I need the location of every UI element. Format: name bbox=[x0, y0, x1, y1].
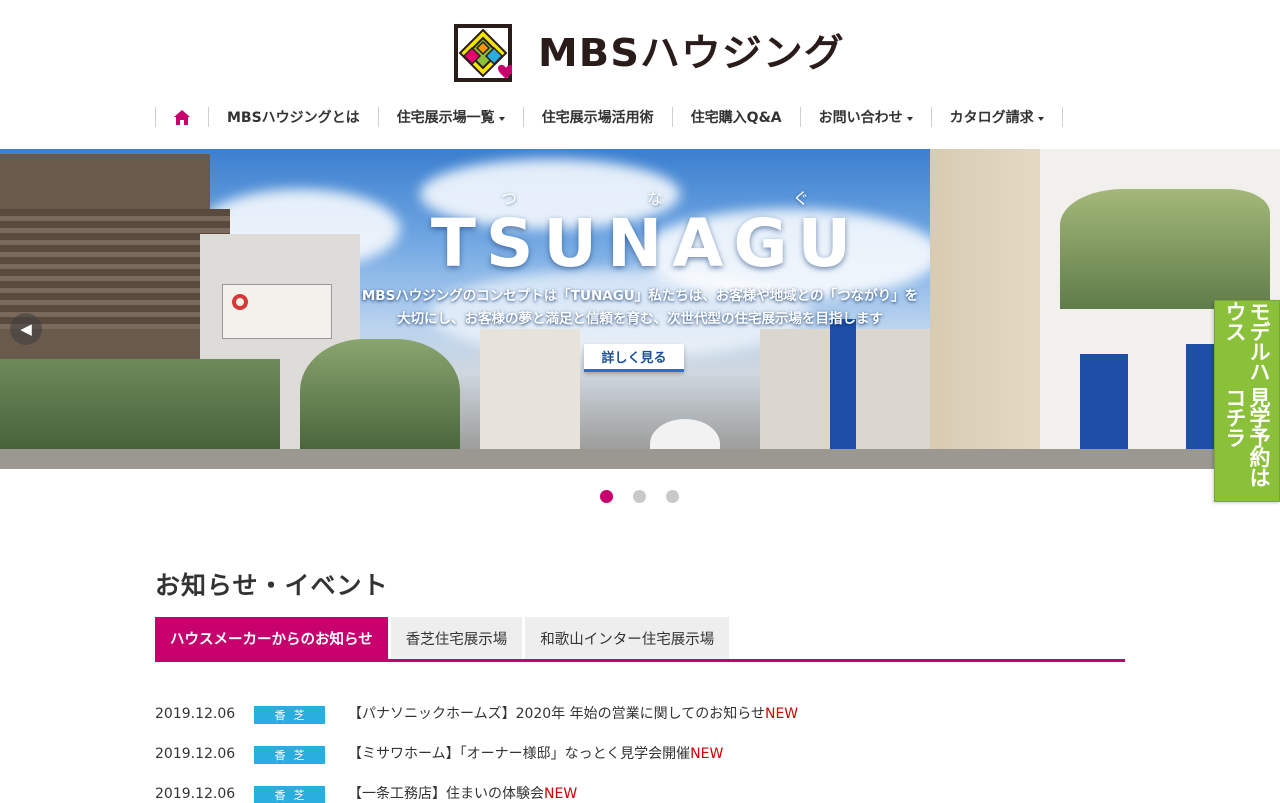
building-shape bbox=[480, 329, 580, 469]
hero-slider[interactable]: つ な ぐ TSUNAGU MBSハウジングのコンセプトは「TUNAGU」私たち… bbox=[0, 149, 1280, 469]
site-logo[interactable]: MBSハウジング bbox=[454, 23, 844, 83]
slider-prev-button[interactable]: ◀ bbox=[10, 313, 42, 345]
nav-item-label: 住宅展示場一覧 bbox=[396, 110, 495, 126]
slider-dot-2[interactable] bbox=[633, 490, 646, 503]
tab-housemaker-news[interactable]: ハウスメーカーからのお知らせ bbox=[155, 617, 388, 659]
slider-dots bbox=[600, 490, 679, 503]
news-section-title: お知らせ・イベント bbox=[155, 571, 389, 600]
caret-down-icon bbox=[906, 117, 913, 121]
logo-text: MBSハウジング bbox=[538, 31, 845, 75]
nav-item-catalog[interactable]: カタログ請求 bbox=[932, 106, 1062, 128]
news-date: 2019.12.06 bbox=[155, 786, 236, 802]
caret-down-icon bbox=[498, 117, 505, 121]
location-badge: 香芝 bbox=[254, 746, 325, 764]
news-date: 2019.12.06 bbox=[155, 706, 236, 722]
news-text: 【パナソニックホームズ】2020年 年始の営業に関してのお知らせ bbox=[348, 706, 765, 722]
hero-more-button[interactable]: 詳しく見る bbox=[584, 344, 684, 372]
nav-item-label: お問い合わせ bbox=[818, 110, 903, 126]
nav-item-label: MBSハウジングとは bbox=[227, 110, 360, 126]
ground-shape bbox=[0, 449, 1280, 469]
location-badge: 香芝 bbox=[254, 786, 325, 803]
news-link[interactable]: 【パナソニックホームズ】2020年 年始の営業に関してのお知らせNEW bbox=[348, 704, 798, 724]
nav-divider bbox=[1061, 107, 1063, 127]
news-link[interactable]: 【一条工務店】住まいの体験会NEW bbox=[348, 784, 577, 803]
flag-shape bbox=[830, 319, 856, 449]
hero-desc-line: MBSハウジングのコンセプトは「TUNAGU」私たちは、お客様や地域との「つなが… bbox=[361, 288, 919, 304]
hero-description: MBSハウジングのコンセプトは「TUNAGU」私たちは、お客様や地域との「つなが… bbox=[0, 285, 1280, 331]
nav-item-label: 住宅購入Q&A bbox=[690, 110, 782, 126]
news-text: 【ミサワホーム】「オーナー様邸」なっとく見学会開催 bbox=[348, 746, 691, 762]
news-item[interactable]: 2019.12.06 香芝 【一条工務店】住まいの体験会NEW bbox=[155, 784, 1125, 803]
site-header: MBSハウジング MBSハウジングとは 住宅展示場一覧 住宅展示場活用術 住宅購… bbox=[0, 0, 1280, 148]
location-badge: 香芝 bbox=[254, 706, 325, 724]
nav-item-qa[interactable]: 住宅購入Q&A bbox=[673, 106, 800, 128]
model-house-reservation-tab[interactable]: モデルハウス 見学予約はコチラ bbox=[1214, 300, 1280, 502]
tab-kashiba[interactable]: 香芝住宅展示場 bbox=[390, 617, 523, 659]
news-date: 2019.12.06 bbox=[155, 746, 236, 762]
new-label: NEW bbox=[764, 706, 799, 722]
nav-item-tips[interactable]: 住宅展示場活用術 bbox=[524, 106, 672, 128]
news-item[interactable]: 2019.12.06 香芝 【ミサワホーム】「オーナー様邸」なっとく見学会開催N… bbox=[155, 744, 1125, 784]
slider-dot-1[interactable] bbox=[600, 490, 613, 503]
tab-wakayama[interactable]: 和歌山インター住宅展示場 bbox=[525, 617, 730, 659]
nav-item-label: 住宅展示場活用術 bbox=[541, 110, 654, 126]
nav-item-showrooms[interactable]: 住宅展示場一覧 bbox=[379, 106, 523, 128]
nav-item-contact[interactable]: お問い合わせ bbox=[801, 106, 931, 128]
nav-item-label: カタログ請求 bbox=[949, 110, 1034, 126]
new-label: NEW bbox=[544, 786, 578, 802]
news-list: 2019.12.06 香芝 【パナソニックホームズ】2020年 年始の営業に関し… bbox=[155, 704, 1125, 803]
side-tab-line: モデルハウス bbox=[1223, 301, 1271, 381]
side-tab-line: 見学予約はコチラ bbox=[1223, 386, 1271, 487]
home-icon bbox=[174, 109, 190, 125]
hero-title: TSUNAGU bbox=[430, 205, 862, 282]
news-item[interactable]: 2019.12.06 香芝 【パナソニックホームズ】2020年 年始の営業に関し… bbox=[155, 704, 1125, 744]
new-label: NEW bbox=[690, 746, 724, 762]
caret-down-icon bbox=[1037, 117, 1044, 121]
news-tabs: ハウスメーカーからのお知らせ 香芝住宅展示場 和歌山インター住宅展示場 bbox=[155, 617, 1125, 662]
chevron-left-icon: ◀ bbox=[20, 320, 32, 338]
hero-desc-line: 大切にし、お客様の夢と満足と信頼を育む、次世代型の住宅展示場を目指します bbox=[397, 311, 883, 327]
main-nav: MBSハウジングとは 住宅展示場一覧 住宅展示場活用術 住宅購入Q&A お問い合… bbox=[155, 106, 1063, 128]
nav-item-about[interactable]: MBSハウジングとは bbox=[209, 106, 378, 128]
slider-dot-3[interactable] bbox=[666, 490, 679, 503]
news-link[interactable]: 【ミサワホーム】「オーナー様邸」なっとく見学会開催NEW bbox=[348, 744, 723, 764]
logo-mark-icon bbox=[454, 24, 512, 82]
news-text: 【一条工務店】住まいの体験会 bbox=[348, 786, 544, 802]
nav-home[interactable] bbox=[156, 106, 208, 128]
